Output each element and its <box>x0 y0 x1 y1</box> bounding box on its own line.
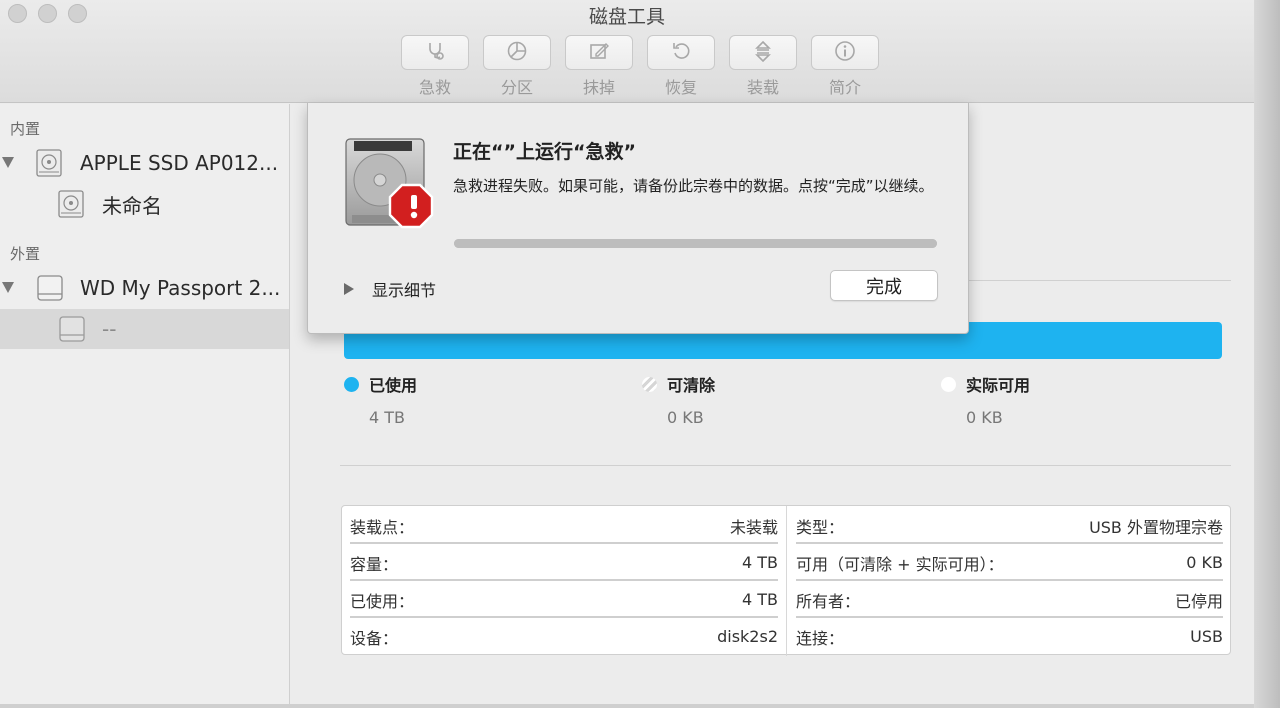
info-value: USB <box>1190 627 1223 646</box>
info-value: 4 TB <box>741 553 778 572</box>
info-key: 类型： <box>796 517 845 537</box>
info-row-type: 类型： USB 外置物理宗卷 <box>796 507 1223 544</box>
info-key: 装载点： <box>350 517 415 537</box>
info-value: 0 KB <box>1186 553 1223 572</box>
mount-tool[interactable]: 装载 <box>729 35 797 98</box>
done-button[interactable]: 完成 <box>830 270 938 301</box>
desktop-edge <box>1254 0 1280 708</box>
sidebar-section-external: 外置 <box>10 245 41 263</box>
pie-chart-icon <box>506 40 528 66</box>
info-value: disk2s2 <box>717 627 778 646</box>
partition-button[interactable] <box>483 35 551 70</box>
mount-label: 装载 <box>746 78 779 97</box>
first-aid-label: 急救 <box>418 78 451 97</box>
toolbar: 急救 分区 抹掉 恢复 装载 简介 <box>401 35 879 98</box>
info-key: 设备： <box>350 628 399 648</box>
sidebar-item-internal-volume[interactable]: 未命名 <box>0 184 289 224</box>
show-details-label: 显示细节 <box>372 281 437 300</box>
restore-tool[interactable]: 恢复 <box>647 35 715 98</box>
internal-disk-icon <box>36 149 62 177</box>
sidebar-item-external-volume[interactable]: -- <box>0 309 289 349</box>
mount-button[interactable] <box>729 35 797 70</box>
purgeable-dot-icon <box>642 376 657 392</box>
info-row-mount-point: 装载点： 未装载 <box>350 507 778 544</box>
show-details-toggle[interactable]: 显示细节 <box>344 277 436 301</box>
info-value: 已停用 <box>1174 591 1223 611</box>
internal-disk-label: APPLE SSD AP012... <box>80 151 279 175</box>
sheet-title: 正在“”上运行“急救” <box>453 141 636 163</box>
info-key: 所有者： <box>796 591 861 611</box>
external-volume-label: -- <box>102 317 117 341</box>
sidebar-section-internal: 内置 <box>10 120 41 138</box>
info-column-right: 类型： USB 外置物理宗卷 可用（可清除 + 实际可用）： 0 KB 所有者：… <box>788 506 1231 656</box>
external-volume-icon <box>58 316 86 342</box>
disclosure-triangle-icon[interactable] <box>2 157 14 168</box>
info-value: 4 TB <box>741 590 778 609</box>
progress-bar <box>454 239 937 248</box>
erase-button[interactable] <box>565 35 633 70</box>
disclosure-triangle-icon <box>344 283 354 295</box>
info-value: 未装载 <box>729 517 778 537</box>
free-dot-icon <box>941 376 956 392</box>
info-table: 装载点： 未装载 容量： 4 TB 已使用： 4 TB 设备： disk2s2 <box>341 505 1231 656</box>
volume-icon <box>58 190 84 218</box>
disk-utility-window: 磁盘工具 急救 分区 抹掉 恢复 装载 简介 内置 APPLE SSD AP01… <box>0 0 1254 708</box>
titlebar: 磁盘工具 急救 分区 抹掉 恢复 装载 简介 <box>0 0 1254 103</box>
legend-purgeable-label: 可清除 <box>667 376 716 395</box>
window-bottom-edge <box>0 704 1254 708</box>
info-label: 简介 <box>828 78 861 97</box>
used-dot-icon <box>344 376 359 392</box>
erase-tool[interactable]: 抹掉 <box>565 35 633 98</box>
external-disk-label: WD My Passport 2... <box>80 276 281 300</box>
partition-label: 分区 <box>500 78 533 97</box>
erase-label: 抹掉 <box>582 78 615 97</box>
first-aid-sheet: 正在“”上运行“急救” 急救进程失败。如果可能，请备份此宗卷中的数据。点按“完成… <box>307 103 969 334</box>
legend-purgeable-value: 0 KB <box>667 408 704 427</box>
restore-label: 恢复 <box>664 78 697 97</box>
mount-icon <box>752 40 774 66</box>
legend-used-label: 已使用 <box>369 376 418 395</box>
sheet-message: 急救进程失败。如果可能，请备份此宗卷中的数据。点按“完成”以继续。 <box>453 177 934 195</box>
window-title: 磁盘工具 <box>588 6 665 28</box>
disclosure-triangle-icon[interactable] <box>2 282 14 293</box>
legend-free-label: 实际可用 <box>966 376 1031 395</box>
info-row-available: 可用（可清除 + 实际可用）： 0 KB <box>796 544 1223 581</box>
info-key: 容量： <box>350 554 399 574</box>
disk-warning-icon <box>344 135 438 235</box>
legend-purgeable: 可清除 0 KB <box>642 372 715 427</box>
info-row-capacity: 容量： 4 TB <box>350 544 778 581</box>
divider <box>340 465 1231 466</box>
info-value: USB 外置物理宗卷 <box>1089 517 1223 537</box>
legend-used-value: 4 TB <box>369 408 406 427</box>
legend-used: 已使用 4 TB <box>344 372 417 427</box>
legend-free-value: 0 KB <box>966 408 1003 427</box>
info-row-owners: 所有者： 已停用 <box>796 581 1223 618</box>
sidebar-item-external-disk[interactable]: WD My Passport 2... <box>0 268 289 308</box>
first-aid-tool[interactable]: 急救 <box>401 35 469 98</box>
partition-tool[interactable]: 分区 <box>483 35 551 98</box>
external-disk-icon <box>36 275 64 301</box>
restore-icon <box>670 40 692 66</box>
stethoscope-icon <box>424 40 446 66</box>
erase-icon <box>588 40 610 66</box>
info-key: 可用（可清除 + 实际可用）： <box>796 554 1004 574</box>
info-key: 连接： <box>796 628 845 648</box>
internal-volume-label: 未命名 <box>102 193 162 218</box>
info-row-used: 已使用： 4 TB <box>350 581 778 618</box>
info-key: 已使用： <box>350 591 415 611</box>
restore-button[interactable] <box>647 35 715 70</box>
sidebar: 内置 APPLE SSD AP012... 未命名 外置 WD My Passp… <box>0 104 290 708</box>
progress-fill <box>454 239 937 248</box>
first-aid-button[interactable] <box>401 35 469 70</box>
info-button[interactable] <box>811 35 879 70</box>
legend-free: 实际可用 0 KB <box>941 372 1030 427</box>
info-column-left: 装载点： 未装载 容量： 4 TB 已使用： 4 TB 设备： disk2s2 <box>342 506 787 656</box>
info-row-device: 设备： disk2s2 <box>350 618 778 655</box>
info-row-connection: 连接： USB <box>796 618 1223 655</box>
info-tool[interactable]: 简介 <box>811 35 879 98</box>
info-icon <box>834 40 856 66</box>
sidebar-item-internal-disk[interactable]: APPLE SSD AP012... <box>0 143 289 183</box>
